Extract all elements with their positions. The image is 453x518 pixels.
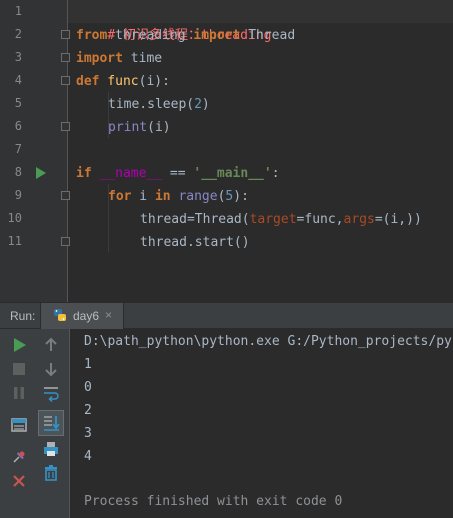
pin-icon[interactable]: [9, 447, 29, 467]
code: =(i,)): [374, 212, 422, 227]
string: '__main__': [193, 166, 272, 181]
keyword: import: [76, 51, 123, 66]
code: thread=Thread(: [140, 212, 250, 227]
run-tab-label: day6: [73, 309, 100, 323]
code-line-2: from threading import Thread: [76, 24, 295, 47]
fold-marker-icon[interactable]: [61, 191, 70, 200]
run-icon[interactable]: [9, 335, 29, 355]
code-line-5: time.sleep(2): [108, 93, 210, 116]
fold-marker-icon[interactable]: [61, 30, 70, 39]
scroll-to-end-button[interactable]: [38, 410, 64, 436]
tab-close-icon[interactable]: ×: [105, 308, 112, 322]
line-number: 9: [14, 188, 22, 202]
run-label: Run:: [10, 309, 36, 323]
identifier: time: [122, 51, 163, 66]
line-number: 3: [14, 50, 22, 64]
paren: ):: [233, 189, 249, 204]
python-icon: [54, 309, 66, 321]
line-number: 5: [14, 96, 22, 110]
line-number: 8: [14, 165, 22, 179]
pause-icon[interactable]: [9, 383, 29, 403]
stop-icon[interactable]: [9, 359, 29, 379]
run-toolbar: [0, 329, 68, 518]
builtin: print: [108, 120, 148, 135]
print-icon[interactable]: [41, 439, 61, 459]
up-icon[interactable]: [41, 335, 61, 355]
keyword: import: [193, 28, 241, 43]
fold-marker-icon[interactable]: [61, 76, 70, 85]
dunder-name: __name__: [91, 166, 163, 181]
line-number: 7: [14, 142, 22, 156]
kwarg: target: [249, 212, 297, 227]
console-output[interactable]: D:\path_python\python.exe G:/Python_proj…: [69, 329, 453, 518]
params: (i):: [138, 74, 170, 89]
operator: ==: [162, 166, 194, 181]
run-tab[interactable]: day6 ×: [40, 303, 124, 329]
code-editor[interactable]: 1 2 3 4 5 6 7 8 9 10 11 # 初识多线程：threadin…: [0, 0, 453, 302]
run-panel: Run: day6 × D:\path_python\python.exe G:…: [0, 302, 453, 518]
code-line-10: thread=Thread(target=func,args=(i,)): [140, 208, 422, 231]
console-line: 1: [84, 357, 92, 372]
keyword: def: [76, 74, 100, 89]
close-icon[interactable]: [9, 471, 29, 491]
code-line-6: print(i): [108, 116, 171, 139]
identifier: Thread: [240, 28, 296, 43]
code: thread.start(): [140, 235, 250, 250]
code-line-9: for i in range(5):: [108, 185, 249, 208]
fold-marker-icon[interactable]: [61, 237, 70, 246]
run-header: Run: day6 ×: [0, 302, 453, 329]
paren: ): [201, 97, 210, 112]
call: time.sleep(: [108, 97, 195, 112]
kwarg: args: [343, 212, 375, 227]
identifier: threading: [107, 28, 194, 43]
keyword: for: [108, 189, 132, 204]
console-line: 0: [84, 380, 92, 395]
keyword: if: [76, 166, 92, 181]
code-line-8: if __name__ == '__main__':: [76, 162, 280, 185]
run-gutter-icon[interactable]: [36, 167, 46, 179]
gutter: 1 2 3 4 5 6 7 8 9 10 11: [0, 0, 68, 302]
down-icon[interactable]: [41, 359, 61, 379]
code-line-11: thread.start(): [140, 231, 250, 254]
line-number: 4: [14, 73, 22, 87]
line-number: 11: [7, 234, 22, 248]
number: 2: [194, 97, 202, 112]
trash-icon[interactable]: [41, 463, 61, 483]
line-number: 10: [7, 211, 22, 225]
code-line-4: def func(i):: [76, 70, 170, 93]
code: =func,: [296, 212, 344, 227]
line-number: 6: [14, 119, 22, 133]
fold-marker-icon[interactable]: [61, 53, 70, 62]
code-line-3: import time: [76, 47, 162, 70]
keyword: from: [76, 28, 108, 43]
console-line: 3: [84, 426, 92, 441]
scroll-to-end-icon: [44, 416, 60, 431]
console-command: D:\path_python\python.exe G:/Python_proj…: [84, 334, 452, 349]
exit-message: Process finished with exit code 0: [84, 494, 343, 509]
args: (i): [147, 120, 171, 135]
keyword: in: [154, 189, 171, 204]
line-number: 1: [14, 4, 22, 18]
colon: :: [271, 166, 280, 181]
builtin: range: [170, 189, 218, 204]
layout-icon[interactable]: [9, 415, 29, 435]
identifier: i: [131, 189, 155, 204]
fold-marker-icon[interactable]: [61, 122, 70, 131]
line-number: 2: [14, 27, 22, 41]
soft-wrap-icon[interactable]: [41, 383, 61, 403]
function-name: func: [99, 74, 139, 89]
console-line: 2: [84, 403, 92, 418]
console-line: 4: [84, 449, 92, 464]
